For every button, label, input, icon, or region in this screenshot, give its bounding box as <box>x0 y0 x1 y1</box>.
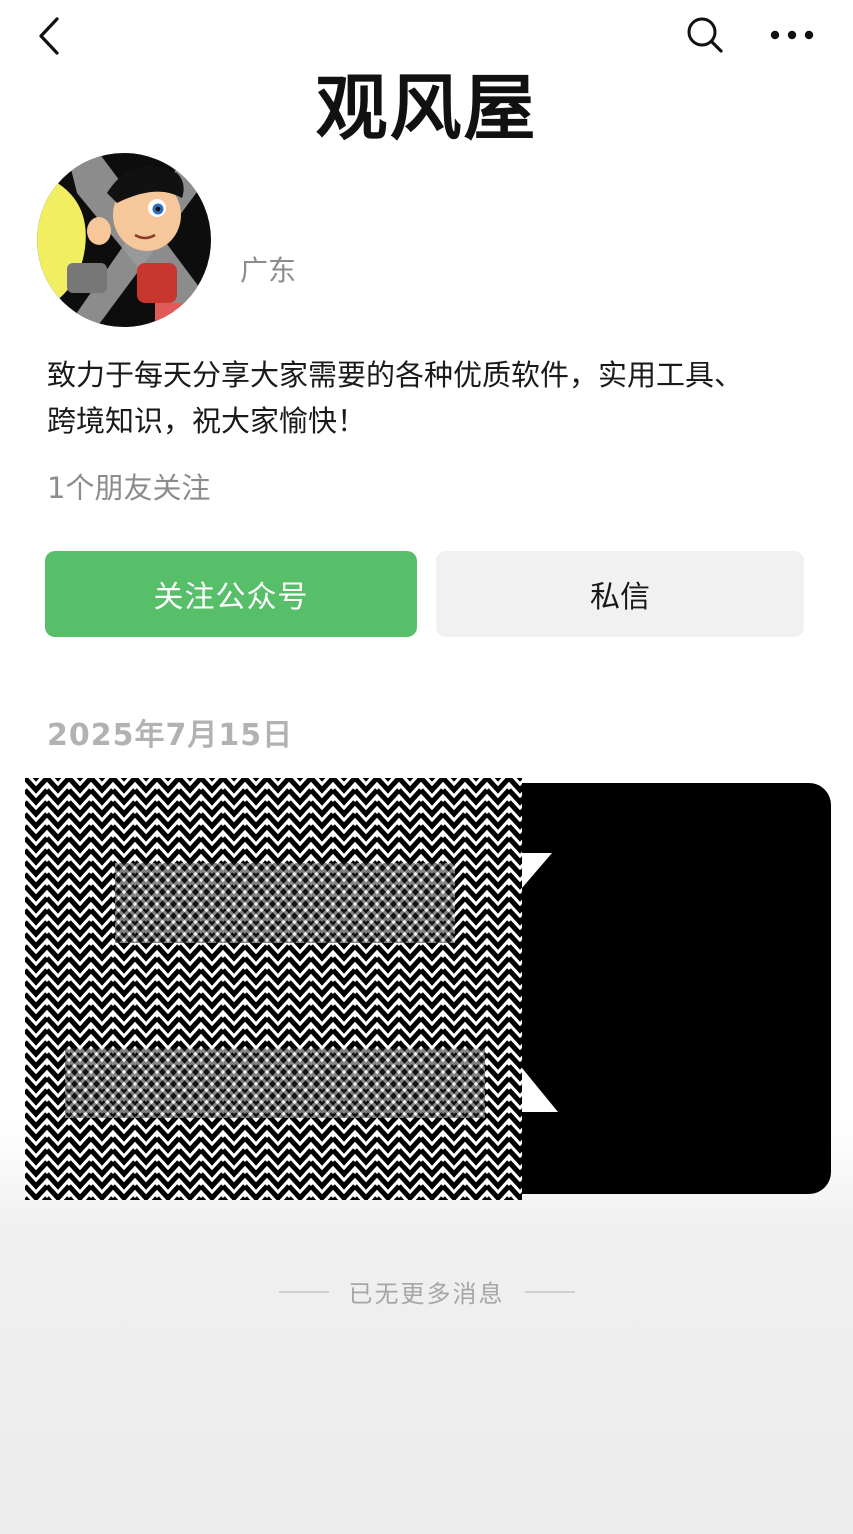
end-of-messages-text: 已无更多消息 <box>348 1280 505 1308</box>
bio-line: 致力于每天分享大家需要的各种优质软件，实用工具、 <box>47 358 744 392</box>
search-icon <box>687 17 723 53</box>
location-text: 广东 <box>240 254 297 287</box>
account-bio: 致力于每天分享大家需要的各种优质软件，实用工具、 跨境知识，祝大家愉快！ <box>47 352 817 444</box>
bio-line: 跨境知识，祝大家愉快！ <box>47 404 367 438</box>
post-cover-image <box>25 778 831 1200</box>
post-card[interactable] <box>25 778 833 1200</box>
back-button[interactable] <box>30 12 70 60</box>
avatar-image <box>37 153 211 327</box>
post-date: 2025年7月15日 <box>47 718 294 753</box>
private-message-button[interactable]: 私信 <box>436 551 804 637</box>
avatar[interactable] <box>37 153 211 327</box>
more-dots-icon <box>770 30 814 40</box>
friends-following-count[interactable]: 1个朋友关注 <box>47 468 210 508</box>
divider-line <box>278 1290 329 1293</box>
divider-line <box>524 1290 575 1293</box>
account-name: 观风屋 <box>315 66 538 150</box>
follow-account-button[interactable]: 关注公众号 <box>45 551 417 637</box>
more-button[interactable] <box>762 10 822 60</box>
end-of-messages: 已无更多消息 <box>0 1274 853 1309</box>
search-button[interactable] <box>680 10 730 60</box>
chevron-left-icon <box>39 17 59 55</box>
